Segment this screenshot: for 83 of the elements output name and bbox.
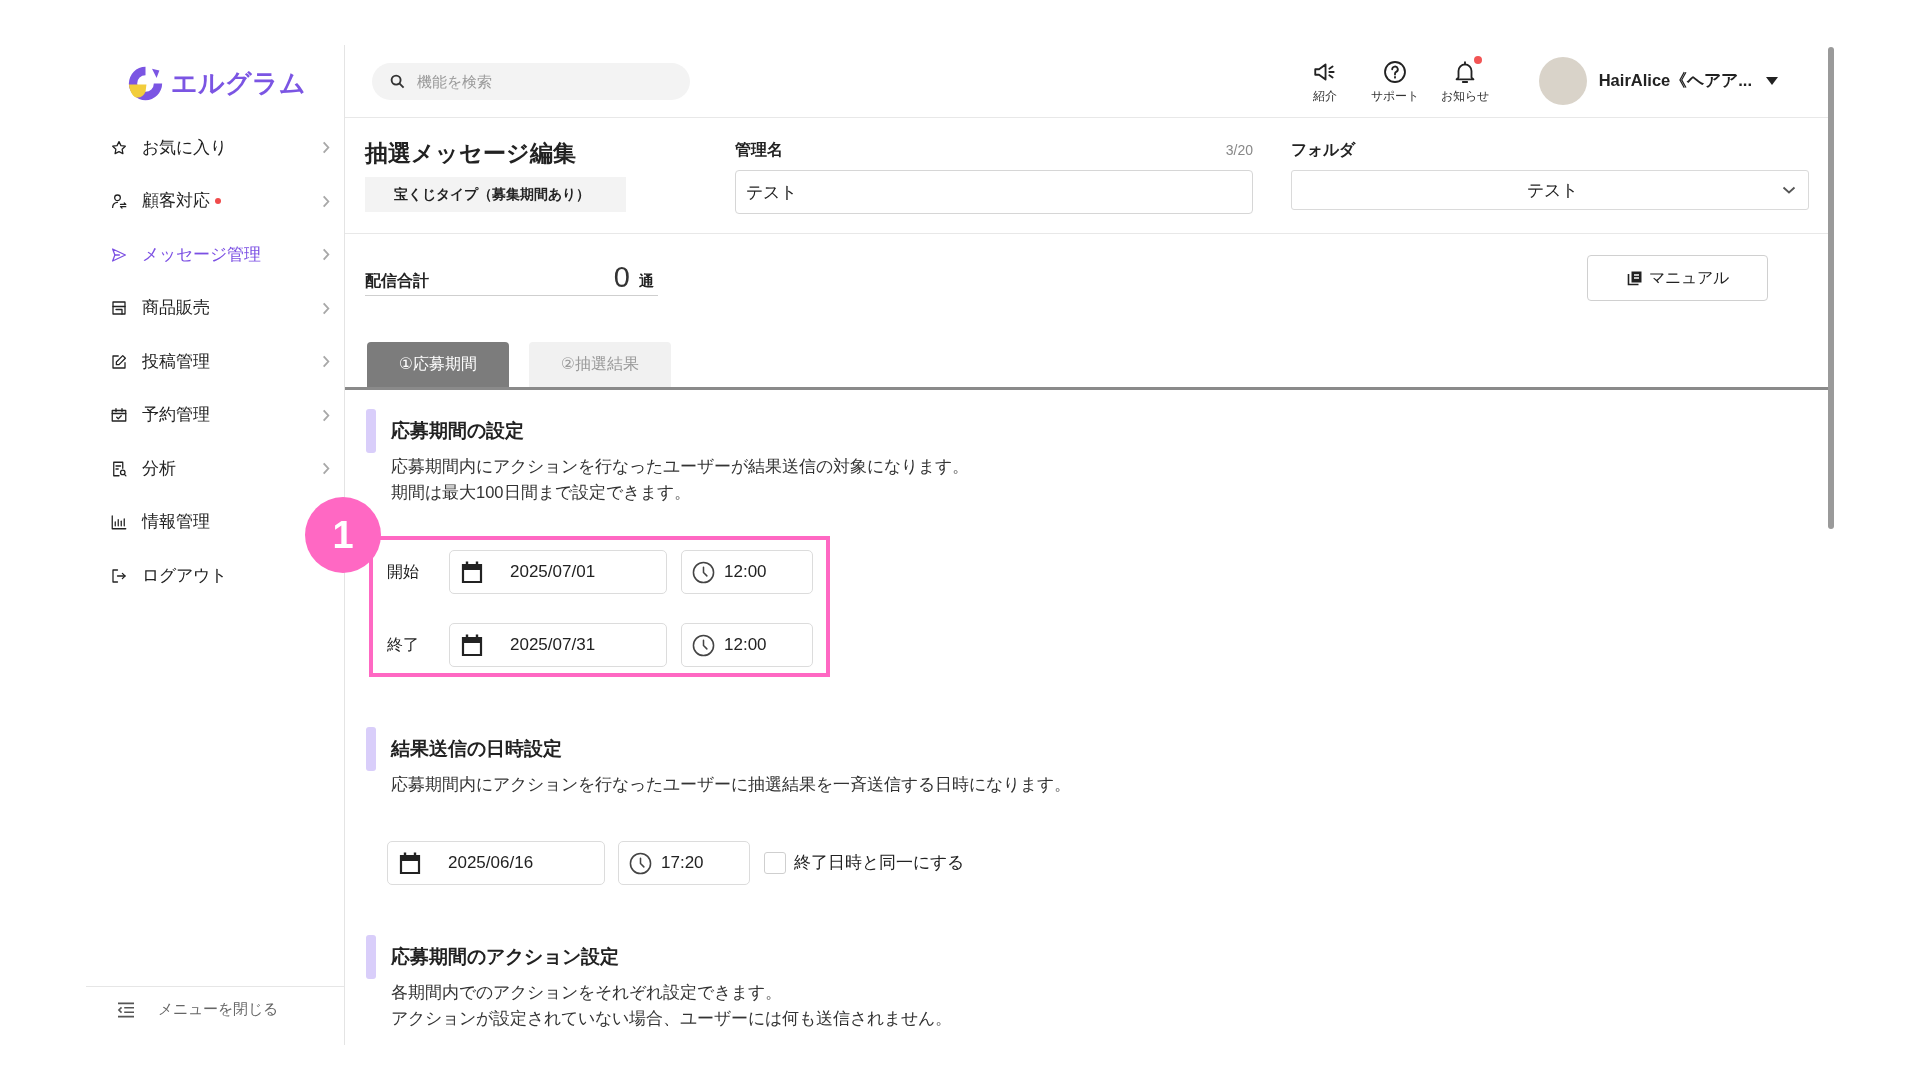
date-field[interactable]: 2025/07/31 xyxy=(449,623,667,667)
sidebar-item[interactable]: 情報管理 xyxy=(86,495,222,549)
section-description: 各期間内でのアクションをそれぞれ設定できます。 xyxy=(391,982,782,1003)
clock-icon xyxy=(629,851,652,875)
tab[interactable]: ①応募期間 xyxy=(367,342,509,387)
book-icon xyxy=(1626,270,1643,286)
section-title: 結果送信の日時設定 xyxy=(391,737,562,761)
sidebar-item[interactable]: メッセージ管理 xyxy=(86,228,344,282)
chevron-right-icon xyxy=(322,408,330,422)
shop-icon xyxy=(110,299,128,318)
manual-button[interactable]: マニュアル xyxy=(1587,255,1768,301)
toolbar-button[interactable]: 紹介 xyxy=(1294,58,1355,104)
section-accent-bar xyxy=(366,409,376,453)
chevron-down-icon xyxy=(1782,186,1796,194)
sidebar-item[interactable]: 顧客対応 xyxy=(86,174,344,228)
calendar-icon xyxy=(461,560,483,584)
chevron-right-icon xyxy=(322,141,330,155)
sidebar-item[interactable]: ログアウト xyxy=(86,549,239,603)
section-accent-bar xyxy=(366,727,376,771)
calendar-icon xyxy=(461,633,483,657)
page-title: 抽選メッセージ編集 xyxy=(365,140,576,166)
star-icon xyxy=(110,138,128,157)
field-label: フォルダ xyxy=(1291,139,1355,160)
section-title: 応募期間の設定 xyxy=(391,419,524,443)
document-search-icon xyxy=(110,459,128,478)
calendar-check-icon xyxy=(110,406,128,425)
toolbar-button[interactable]: お知らせ xyxy=(1434,58,1495,104)
section-title: 応募期間のアクション設定 xyxy=(391,945,619,969)
search-icon xyxy=(390,73,405,89)
scrollbar-thumb[interactable] xyxy=(1828,47,1834,529)
name-input[interactable]: テスト xyxy=(735,170,1253,214)
date-field[interactable]: 2025/07/01 xyxy=(449,550,667,594)
sidebar-item[interactable]: 予約管理 xyxy=(86,388,344,442)
section-description: 応募期間内にアクションを行なったユーザーに抽選結果を一斉送信する日時になります。 xyxy=(391,774,1071,795)
field-label: 管理名 xyxy=(735,139,783,160)
bar-chart-icon xyxy=(110,513,128,532)
time-field[interactable]: 17:20 xyxy=(618,841,750,885)
calendar-icon xyxy=(399,851,421,875)
sidebar-item[interactable]: 分析 xyxy=(86,442,344,496)
clock-icon xyxy=(692,633,715,657)
chevron-right-icon xyxy=(322,248,330,262)
user-icon xyxy=(110,192,128,211)
period-label: 開始 xyxy=(387,561,420,582)
total-label: 配信合計 xyxy=(365,271,429,291)
search-field[interactable]: 機能を検索 xyxy=(372,62,690,100)
checkbox-label[interactable]: 終了日時と同一にする xyxy=(794,852,964,874)
section-description: アクションが設定されていない場合、ユーザーには何も送信されません。 xyxy=(391,1008,952,1029)
user-menu-button[interactable]: HairAlice《ヘアア... xyxy=(1538,57,1778,105)
sidebar-item[interactable]: 投稿管理 xyxy=(86,335,344,389)
folder-dropdown[interactable]: テスト xyxy=(1291,170,1809,210)
total-unit: 通 xyxy=(639,271,654,291)
chevron-right-icon xyxy=(322,355,330,369)
total-count: 0 xyxy=(613,262,630,292)
date-field[interactable]: 2025/06/16 xyxy=(387,841,605,885)
collapse-menu-button[interactable]: メニューを閉じる xyxy=(86,986,344,1032)
send-icon xyxy=(110,245,128,264)
caret-down-icon xyxy=(1766,77,1778,85)
help-icon xyxy=(1381,58,1408,85)
alert-dot-icon xyxy=(215,198,221,205)
section-accent-bar xyxy=(366,935,376,979)
checkbox[interactable] xyxy=(764,852,786,874)
chevron-right-icon xyxy=(322,301,330,315)
section-description: 期間は最大100日間まで設定できます。 xyxy=(391,482,691,503)
avatar-placeholder xyxy=(1538,57,1587,105)
collapse-menu-icon xyxy=(117,1001,135,1018)
toolbar-button[interactable]: サポート xyxy=(1364,58,1425,104)
period-label: 終了 xyxy=(387,634,420,655)
time-field[interactable]: 12:00 xyxy=(681,550,813,594)
time-field[interactable]: 12:00 xyxy=(681,623,813,667)
chevron-right-icon xyxy=(322,462,330,476)
notification-dot-icon xyxy=(1473,55,1482,64)
sidebar-item[interactable]: 商品販売 xyxy=(86,281,344,335)
logo-text: エルグラム xyxy=(171,66,306,100)
step-marker: 1 xyxy=(305,497,381,573)
section-description: 応募期間内にアクションを行なったユーザーが結果送信の対象になります。 xyxy=(391,456,969,477)
logo-icon xyxy=(127,64,164,102)
clock-icon xyxy=(692,560,715,584)
logout-icon xyxy=(110,566,128,585)
edit-icon xyxy=(110,352,128,371)
character-counter: 3/20 xyxy=(1225,142,1253,158)
chevron-right-icon xyxy=(322,194,330,208)
sidebar-item[interactable]: お気に入り xyxy=(86,121,344,175)
type-badge: 宝くじタイプ（募集期間あり） xyxy=(365,177,626,212)
